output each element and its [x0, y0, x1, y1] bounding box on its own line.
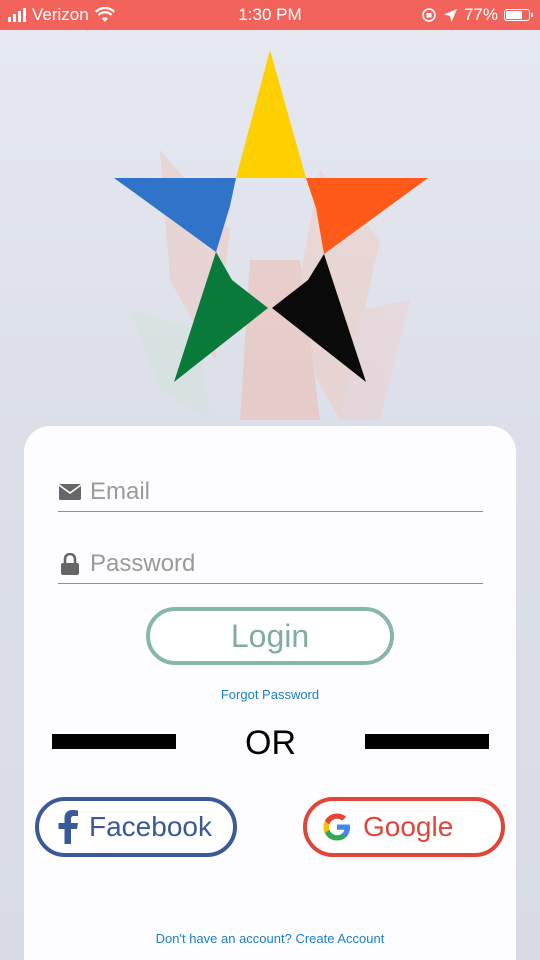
status-bar: Verizon 1:30 PM 77%	[0, 0, 540, 30]
facebook-login-button[interactable]: Facebook	[35, 797, 237, 857]
battery-icon	[504, 9, 533, 21]
status-right: 77%	[421, 5, 533, 25]
forgot-password-link[interactable]: Forgot Password	[24, 687, 516, 702]
facebook-label: Facebook	[89, 811, 212, 842]
battery-percent: 77%	[463, 5, 498, 24]
wifi-icon	[94, 7, 115, 22]
signal-icon	[8, 8, 26, 22]
signup-prompt: Don't have an account? Create Account	[24, 931, 516, 946]
carrier-label: Verizon	[32, 5, 89, 24]
divider-line-right	[365, 734, 489, 749]
email-field	[58, 472, 483, 512]
password-input[interactable]	[90, 549, 470, 578]
battery-fill	[506, 11, 523, 19]
password-field	[58, 544, 483, 584]
envelope-icon	[58, 480, 82, 504]
login-card: Login Forgot Password OR Facebook Google…	[24, 426, 516, 960]
signup-prompt-text: Don't have an account?	[155, 931, 292, 946]
status-left: Verizon	[8, 5, 115, 25]
location-icon	[443, 8, 457, 22]
login-button[interactable]: Login	[146, 607, 394, 665]
orientation-lock-icon	[422, 8, 436, 22]
email-input[interactable]	[90, 477, 470, 506]
lock-icon	[58, 552, 82, 576]
facebook-icon	[58, 810, 78, 844]
google-login-button[interactable]: Google	[303, 797, 505, 857]
or-divider: OR	[52, 724, 489, 762]
star-logo	[114, 50, 428, 382]
create-account-link[interactable]: Create Account	[295, 931, 384, 946]
google-icon	[323, 813, 350, 841]
google-label: Google	[363, 811, 454, 842]
